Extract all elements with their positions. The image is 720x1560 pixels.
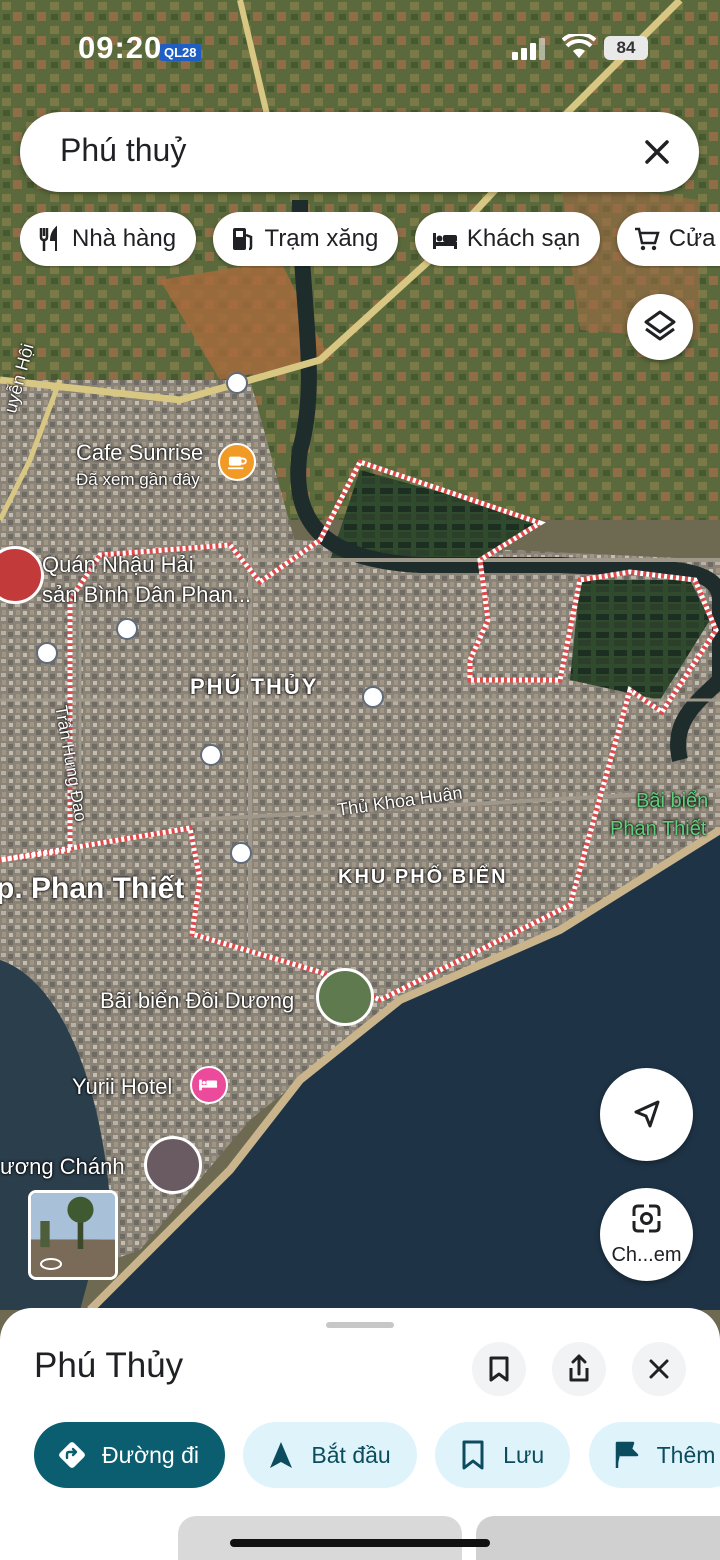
map-label-thuong-chanh[interactable]: ương Chánh [0,1154,125,1180]
chip-shops[interactable]: Cửa h [616,212,720,266]
search-bar[interactable]: Phú thuỷ [20,112,699,192]
restaurant-icon [39,225,57,251]
action-label: Lưu [503,1441,545,1468]
lens-label: Ch...em [611,1244,682,1266]
status-bar: 09:20 QL28 84 [0,0,720,100]
close-sheet-button[interactable] [632,1342,686,1396]
chip-label: Nhà hàng [72,225,177,252]
cafe-pin[interactable] [218,443,256,481]
bookmark-icon [489,1356,509,1382]
coffee-icon [228,456,247,470]
action-label: Bắt đầu [311,1441,391,1468]
chip-gas-stations[interactable]: Trạm xăng [212,212,399,266]
bus-stop-icon[interactable] [362,686,384,708]
share-button[interactable] [552,1342,606,1396]
close-icon[interactable] [639,134,675,170]
shopping-cart-icon [634,227,660,251]
sunset-photo-pin[interactable] [144,1136,202,1194]
place-title: Phú Thủy [34,1346,184,1385]
navigation-arrow-icon [634,1100,660,1128]
search-query[interactable]: Phú thuỷ [60,132,186,169]
map-label-khu-pho-bien: KHU PHỐ BIỂN [338,866,508,888]
navigation-arrow-icon [270,1442,293,1468]
my-location-button[interactable] [600,1068,693,1161]
more-action-button[interactable]: Thêm [588,1422,720,1488]
photo-preview[interactable] [178,1516,462,1560]
drag-handle[interactable] [326,1322,394,1328]
chip-label: Khách sạn [466,225,581,252]
beach-photo-pin[interactable] [316,968,374,1026]
signal-icon [512,38,545,60]
flag-icon [615,1441,638,1468]
hotel-icon [432,233,457,249]
layers-button[interactable] [627,294,693,360]
close-icon [649,1359,669,1379]
bus-stop-icon[interactable] [36,642,58,664]
street-view-rotate-icon [40,1258,62,1270]
directions-icon [59,1442,85,1468]
hotel-pin[interactable] [190,1066,228,1104]
save-button[interactable] [472,1342,526,1396]
photo-preview[interactable] [476,1516,720,1560]
map-label-quan-nhau-2[interactable]: sản Bình Dân Phan... [42,582,251,608]
category-chips: Nhà hàng Trạm xăng Khách sạn Cửa h [20,212,720,268]
layers-icon [644,310,676,341]
map-label-cafe-sub: Đã xem gần đây [76,470,200,489]
lens-button[interactable]: Ch...em [600,1188,693,1281]
map-label-beach-2[interactable]: Phan Thiết [610,818,706,841]
map-label-quan-nhau-1[interactable]: Quán Nhậu Hải [42,552,194,578]
chip-label: Trạm xăng [264,225,379,252]
chip-hotels[interactable]: Khách sạn [414,212,601,266]
status-time: 09:20 [78,30,163,65]
street-view-thumbnail[interactable] [28,1190,118,1280]
directions-button[interactable]: Đường đi [34,1422,225,1488]
action-buttons: Đường đi Bắt đầu Lưu Thêm [34,1422,720,1492]
bookmark-icon [462,1440,484,1470]
map-label-phu-thuy: PHÚ THỦY [190,674,319,699]
wifi-icon [562,34,596,58]
bus-stop-icon[interactable] [230,842,252,864]
map-label-phan-thiet: p. Phan Thiết [0,872,185,905]
share-icon [569,1354,589,1382]
start-button[interactable]: Bắt đầu [243,1422,417,1488]
home-indicator[interactable] [230,1539,490,1547]
status-route-badge: QL28 [160,44,201,61]
action-label: Thêm [656,1441,716,1468]
battery-indicator: 84 [604,36,648,60]
hotel-icon [199,1079,218,1091]
bus-stop-icon[interactable] [116,618,138,640]
save-action-button[interactable]: Lưu [435,1422,571,1488]
bus-stop-icon[interactable] [200,744,222,766]
bus-stop-icon[interactable] [226,372,248,394]
map-label-yurii-hotel[interactable]: Yurii Hotel [72,1074,172,1100]
chip-label: Cửa h [668,225,720,252]
map-label-doi-duong[interactable]: Bãi biển Đồi Dương [100,988,294,1014]
map-label-beach-1[interactable]: Bãi biển [636,790,708,813]
camera-lens-icon [632,1204,661,1233]
chip-restaurants[interactable]: Nhà hàng [20,212,197,266]
gas-station-icon [232,228,252,251]
action-label: Đường đi [102,1441,199,1468]
map-label-cafe[interactable]: Cafe Sunrise [76,440,203,466]
